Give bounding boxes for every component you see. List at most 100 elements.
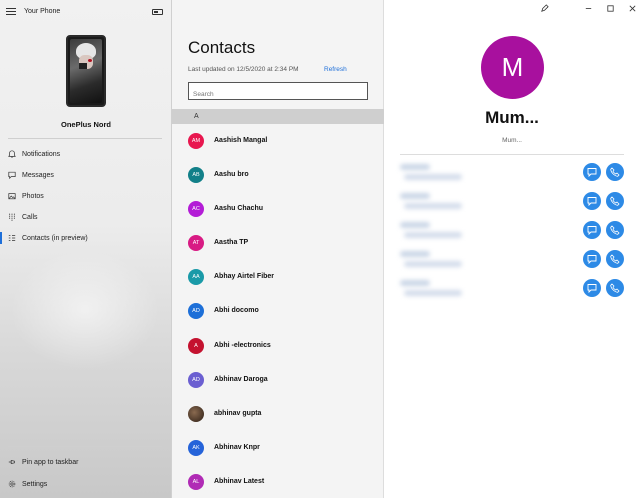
message-button[interactable] xyxy=(583,279,601,297)
contact-avatar: AM xyxy=(188,133,204,149)
phone-number-row xyxy=(400,161,624,185)
contact-subtitle: Mum... xyxy=(502,137,522,144)
message-button[interactable] xyxy=(583,250,601,268)
contact-row[interactable]: AA Abhay Airtel Fiber xyxy=(172,262,384,292)
message-icon xyxy=(587,255,597,264)
contact-row[interactable]: AM Aashish Mangal xyxy=(172,126,384,156)
call-button[interactable] xyxy=(606,279,624,297)
close-icon[interactable] xyxy=(626,4,638,16)
contact-name-heading: Mum... xyxy=(485,108,539,127)
title-bar: Your Phone xyxy=(0,0,172,24)
contact-avatar: A xyxy=(188,338,204,354)
blurred-text xyxy=(400,222,430,228)
contact-name: Abhi -electronics xyxy=(214,342,271,349)
footer-label: Pin app to taskbar xyxy=(22,458,79,466)
hamburger-menu-icon[interactable] xyxy=(6,6,17,17)
nav-label: Photos xyxy=(22,192,44,200)
photo-icon xyxy=(8,193,16,200)
nav-item-notifications[interactable]: Notifications xyxy=(0,144,172,164)
settings-button[interactable]: Settings xyxy=(0,474,172,494)
message-icon xyxy=(587,168,597,177)
contact-photo-avatar xyxy=(188,406,204,422)
search-box[interactable] xyxy=(188,82,368,103)
nav-label: Contacts (in preview) xyxy=(22,234,88,242)
blurred-text xyxy=(404,261,462,267)
contacts-icon xyxy=(8,235,16,241)
contact-row[interactable]: AT Aastha TP xyxy=(172,228,384,258)
divider xyxy=(8,138,162,139)
contact-detail-panel: M Mum... Mum... xyxy=(384,0,640,498)
contact-avatar: AD xyxy=(188,303,204,319)
contact-row[interactable]: AD Abhi docomo xyxy=(172,296,384,326)
search-input[interactable] xyxy=(189,86,367,103)
contact-name: Aashu bro xyxy=(214,171,249,178)
nav-label: Calls xyxy=(22,213,38,221)
nav-item-photos[interactable]: Photos xyxy=(0,186,172,206)
message-icon xyxy=(587,197,597,206)
phone-icon xyxy=(610,167,620,177)
blurred-text xyxy=(404,203,462,209)
contact-row[interactable]: AD Abhinav Daroga xyxy=(172,365,384,395)
nav-label: Notifications xyxy=(22,150,61,158)
contact-name: Abhinav Knpr xyxy=(214,444,260,451)
contact-row[interactable]: AC Aashu Chachu xyxy=(172,194,384,224)
minimize-icon[interactable] xyxy=(582,4,594,16)
pin-to-taskbar-button[interactable]: Pin app to taskbar xyxy=(0,452,172,472)
call-button[interactable] xyxy=(606,221,624,239)
phone-number-row xyxy=(400,190,624,214)
blurred-text xyxy=(400,251,430,257)
nav-label: Messages xyxy=(22,171,54,179)
phone-number-row xyxy=(400,248,624,272)
divider xyxy=(8,446,162,447)
battery-icon xyxy=(152,9,163,15)
message-button[interactable] xyxy=(583,163,601,181)
call-button[interactable] xyxy=(606,192,624,210)
page-title: Contacts xyxy=(188,38,256,57)
nav-item-calls[interactable]: Calls xyxy=(0,207,172,227)
contact-avatar: AK xyxy=(188,440,204,456)
contact-row[interactable]: AB Aashu bro xyxy=(172,160,384,190)
contact-row[interactable]: abhinav gupta xyxy=(172,399,384,429)
message-button[interactable] xyxy=(583,192,601,210)
phone-icon xyxy=(610,196,620,206)
message-button[interactable] xyxy=(583,221,601,239)
message-icon xyxy=(8,171,16,179)
contact-avatar: AB xyxy=(188,167,204,183)
contact-name: Abhay Airtel Fiber xyxy=(214,273,275,280)
contact-row[interactable]: A Abhi -electronics xyxy=(172,331,384,361)
divider xyxy=(400,154,624,155)
contact-row[interactable]: AL Abhinav Latest xyxy=(172,467,384,497)
last-updated-text: Last updated on 12/5/2020 at 2:34 PM xyxy=(188,66,299,73)
contacts-panel: Contacts Last updated on 12/5/2020 at 2:… xyxy=(172,0,384,498)
phone-number-row xyxy=(400,219,624,243)
contact-avatar: AD xyxy=(188,372,204,388)
phone-icon xyxy=(610,225,620,235)
nav-item-contacts[interactable]: Contacts (in preview) xyxy=(0,228,172,248)
background-decoration xyxy=(10,250,160,370)
message-icon xyxy=(587,226,597,235)
contact-avatar: AC xyxy=(188,201,204,217)
blurred-text xyxy=(404,290,462,296)
pen-icon[interactable] xyxy=(538,4,550,16)
call-button[interactable] xyxy=(606,163,624,181)
message-icon xyxy=(587,284,597,293)
window-controls xyxy=(520,0,640,20)
phone-icon xyxy=(610,283,620,293)
contact-name: abhinav gupta xyxy=(214,410,262,417)
contact-name: Aashu Chachu xyxy=(214,205,264,212)
contact-name: Abhinav Daroga xyxy=(214,376,268,383)
refresh-link[interactable]: Refresh xyxy=(324,66,347,73)
blurred-text xyxy=(400,193,430,199)
bell-icon xyxy=(8,150,16,158)
pin-icon xyxy=(8,459,15,465)
contact-row[interactable]: AK Abhinav Knpr xyxy=(172,433,384,463)
contact-name: Aashish Mangal xyxy=(214,137,268,144)
call-button[interactable] xyxy=(606,250,624,268)
nav-item-messages[interactable]: Messages xyxy=(0,165,172,185)
contact-avatar-large: M xyxy=(481,36,544,99)
maximize-icon[interactable] xyxy=(604,4,616,16)
dialpad-icon xyxy=(9,213,15,221)
contact-avatar: AA xyxy=(188,269,204,285)
contact-avatar: AT xyxy=(188,235,204,251)
sidebar: Your Phone OnePlus Nord Notifications Me… xyxy=(0,0,172,498)
